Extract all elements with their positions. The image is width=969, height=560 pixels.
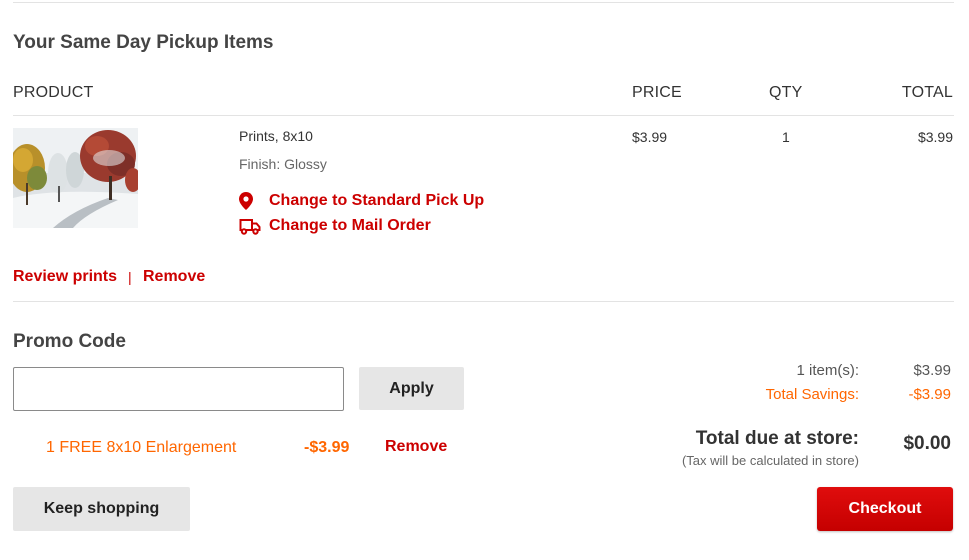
column-header-total: TOTAL (901, 84, 953, 101)
mail-order-label: Change to Mail Order (269, 217, 431, 234)
header-divider (13, 115, 954, 116)
section-title: Your Same Day Pickup Items (13, 32, 274, 53)
summary-items-label: 1 item(s): (796, 362, 859, 379)
summary-items-value: $3.99 (913, 362, 951, 379)
total-due-value: $0.00 (903, 433, 951, 454)
checkout-button[interactable]: Checkout (817, 487, 953, 531)
review-prints-link[interactable]: Review prints (13, 268, 117, 286)
truck-icon (239, 217, 261, 235)
product-finish: Finish: Glossy (239, 156, 327, 172)
map-pin-icon (239, 192, 261, 210)
keep-shopping-button[interactable]: Keep shopping (13, 487, 190, 531)
item-qty: 1 (782, 129, 790, 145)
top-divider (13, 2, 954, 3)
item-price: $3.99 (632, 129, 668, 145)
product-name: Prints, 8x10 (239, 128, 313, 144)
applied-promo-amount: -$3.99 (304, 439, 350, 456)
product-thumbnail[interactable] (13, 128, 138, 228)
remove-item-link[interactable]: Remove (143, 268, 205, 286)
change-to-mail-order-link[interactable]: Change to Mail Order (239, 217, 431, 235)
section-divider (13, 301, 954, 302)
total-due-label: Total due at store: (695, 428, 859, 449)
promo-code-title: Promo Code (13, 331, 126, 352)
link-separator: | (128, 269, 132, 285)
applied-promo-name: 1 FREE 8x10 Enlargement (46, 439, 237, 456)
tax-note: (Tax will be calculated in store) (681, 453, 859, 468)
column-header-qty: QTY (769, 84, 803, 101)
column-header-product: PRODUCT (13, 84, 94, 101)
apply-promo-button[interactable]: Apply (359, 367, 464, 410)
promo-code-input[interactable] (13, 367, 344, 411)
standard-pickup-label: Change to Standard Pick Up (269, 192, 485, 209)
remove-promo-link[interactable]: Remove (385, 438, 447, 456)
summary-savings-value: -$3.99 (908, 386, 951, 403)
item-total: $3.99 (917, 129, 953, 145)
change-to-standard-pickup-link[interactable]: Change to Standard Pick Up (239, 192, 484, 210)
summary-savings-label: Total Savings: (765, 386, 859, 403)
snowy-trees-photo (13, 128, 138, 228)
column-header-price: PRICE (632, 84, 682, 101)
